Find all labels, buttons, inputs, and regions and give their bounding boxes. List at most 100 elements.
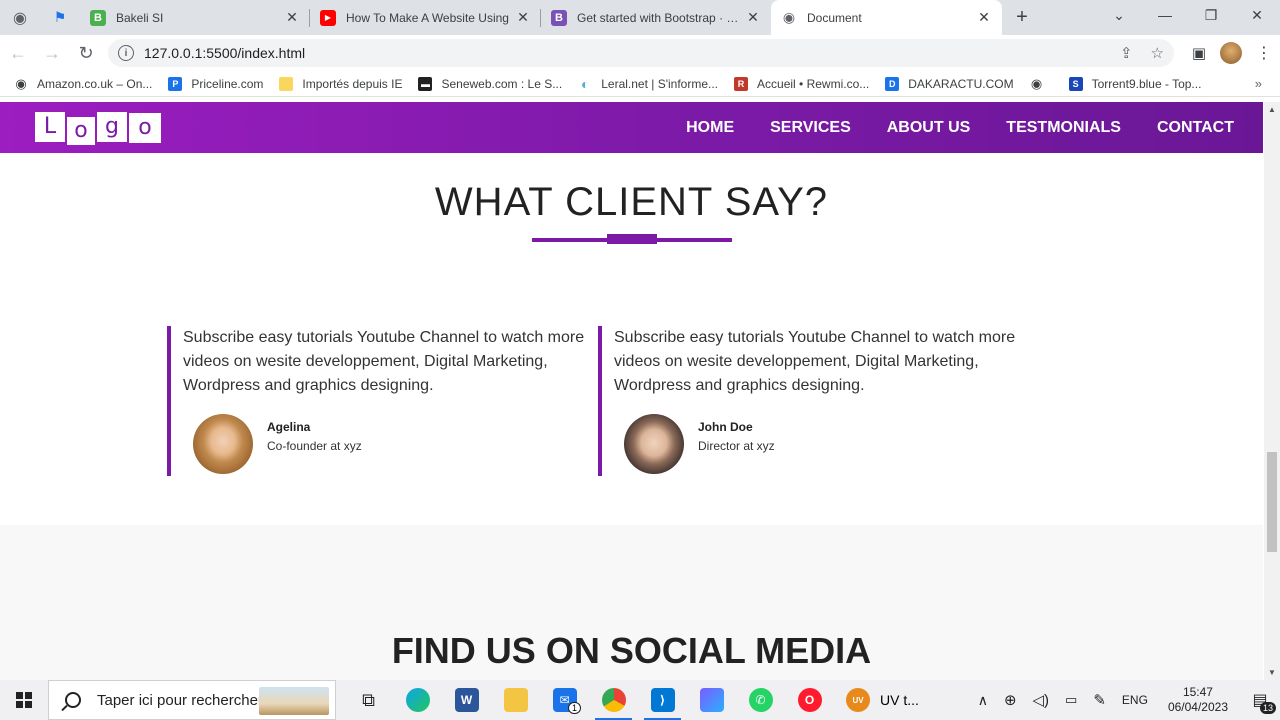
minimize-icon[interactable]: — bbox=[1142, 0, 1188, 30]
bakeli-favicon-icon: B bbox=[90, 9, 106, 26]
close-icon[interactable]: ✕ bbox=[745, 9, 761, 26]
opera-app[interactable]: O bbox=[785, 680, 834, 720]
dakaractu-icon: D bbox=[885, 76, 900, 91]
close-icon[interactable]: ✕ bbox=[284, 9, 300, 26]
bookmark-amazon[interactable]: ◉ Amazon.co.uk – On... bbox=[14, 75, 153, 91]
section-title: WHAT CLIENT SAY? bbox=[434, 180, 829, 224]
chrome-app[interactable] bbox=[589, 680, 638, 720]
nav-home-link[interactable]: HOME bbox=[686, 119, 734, 137]
bookmark-leral[interactable]: ◐ Leral.net | S'informe... bbox=[578, 75, 719, 92]
side-panel-icon[interactable]: ▣ bbox=[1192, 44, 1206, 62]
tab-bakeli[interactable]: B Bakeli SI ✕ bbox=[80, 0, 310, 35]
site-info-icon[interactable]: i bbox=[118, 45, 134, 61]
testimonial-card: Subscribe easy tutorials Youtube Channel… bbox=[167, 326, 587, 476]
tab-search-icon[interactable]: ⌄ bbox=[1096, 0, 1142, 30]
clock[interactable]: 15:47 06/04/2023 bbox=[1168, 685, 1228, 715]
word-icon: W bbox=[454, 688, 479, 712]
file-explorer-app[interactable] bbox=[491, 680, 540, 720]
word-app[interactable]: W bbox=[442, 680, 491, 720]
bootstrap-favicon-icon: B bbox=[551, 9, 567, 26]
scroll-up-icon[interactable]: ▲ bbox=[1268, 105, 1276, 114]
back-arrow-icon[interactable]: ← bbox=[2, 37, 34, 69]
logo-letter: o bbox=[129, 112, 161, 143]
search-icon bbox=[65, 692, 81, 708]
forward-arrow-icon[interactable]: → bbox=[36, 37, 68, 69]
clock-time: 15:47 bbox=[1182, 685, 1213, 699]
close-icon[interactable]: ✕ bbox=[515, 9, 531, 26]
system-tray: ∧ ⊕ ◁) ▭ ✎ ENG 15:47 06/04/2023 ▤ 13 bbox=[970, 680, 1280, 720]
bookmark-label: Amazon.co.uk – On... bbox=[37, 76, 153, 91]
globe-icon: ◉ bbox=[1030, 75, 1043, 91]
site-logo[interactable]: L o g o bbox=[35, 111, 161, 145]
pinned-tab-flag[interactable]: ⚑ bbox=[40, 0, 80, 35]
bookmark-label: DAKARACTU.COM bbox=[908, 76, 1014, 91]
copilot-app[interactable] bbox=[687, 680, 736, 720]
windows-taskbar: Taper ici pour rechercher ⧉ W ✉ 1 ⟩ ✆ O U… bbox=[0, 680, 1280, 720]
bookmark-seneweb[interactable]: ▬ Seneweb.com : Le S... bbox=[418, 76, 562, 91]
edge-app[interactable] bbox=[393, 680, 442, 720]
tab-bootstrap[interactable]: B Get started with Bootstrap · Boo ✕ bbox=[541, 0, 771, 35]
globe-icon: ◉ bbox=[15, 75, 27, 91]
nav-about-link[interactable]: ABOUT US bbox=[887, 119, 971, 137]
bookmark-rewmi[interactable]: R Accueil • Rewmi.co... bbox=[734, 76, 869, 91]
start-button[interactable] bbox=[0, 680, 48, 720]
title-underline-accent bbox=[607, 234, 657, 244]
scrollbar-thumb[interactable] bbox=[1267, 452, 1277, 552]
logo-letter: o bbox=[67, 116, 95, 145]
whatsapp-app[interactable]: ✆ bbox=[736, 680, 785, 720]
whatsapp-icon: ✆ bbox=[748, 688, 773, 712]
scroll-down-icon[interactable]: ▼ bbox=[1268, 668, 1276, 677]
restore-icon[interactable]: ❐ bbox=[1188, 0, 1234, 30]
bookmark-globe[interactable]: ◉ bbox=[1030, 75, 1053, 91]
url-text[interactable]: 127.0.0.1:5500/index.html bbox=[144, 45, 305, 61]
leral-icon: ◐ bbox=[580, 75, 590, 92]
volume-icon[interactable]: ◁) bbox=[1033, 691, 1050, 709]
bookmark-folder-ie[interactable]: Importés depuis IE bbox=[279, 76, 402, 91]
notification-center[interactable]: ▤ 13 bbox=[1240, 680, 1280, 720]
reload-icon[interactable]: ↻ bbox=[70, 37, 102, 69]
tab-document[interactable]: ◉ Document ✕ bbox=[771, 0, 1002, 35]
chevron-up-icon[interactable]: ∧ bbox=[978, 692, 988, 709]
menu-kebab-icon[interactable]: ⋮ bbox=[1256, 43, 1272, 63]
taskbar-apps: ⧉ W ✉ 1 ⟩ ✆ O UV UV t... bbox=[344, 680, 924, 720]
vscode-icon: ⟩ bbox=[650, 688, 675, 712]
site-menu: HOME SERVICES ABOUT US TESTMONIALS CONTA… bbox=[686, 102, 1234, 153]
windows-logo-icon bbox=[16, 692, 32, 708]
folder-icon bbox=[503, 688, 528, 712]
nav-services-link[interactable]: SERVICES bbox=[770, 119, 851, 137]
bookmark-dakaractu[interactable]: D DAKARACTU.COM bbox=[885, 76, 1014, 91]
chevron-right-icon[interactable]: » bbox=[1255, 76, 1262, 91]
uv-app[interactable]: UV UV t... bbox=[834, 680, 924, 720]
search-highlight-image bbox=[259, 687, 329, 715]
tab-youtube[interactable]: ▶ How To Make A Website Using ✕ bbox=[310, 0, 541, 35]
site-navbar: L o g o HOME SERVICES ABOUT US TESTMONIA… bbox=[0, 102, 1263, 153]
address-bar[interactable]: i 127.0.0.1:5500/index.html ⇪ ☆ bbox=[108, 39, 1174, 67]
testimonial-author: Agelina Co-founder at xyz bbox=[193, 414, 362, 474]
mail-app[interactable]: ✉ 1 bbox=[540, 680, 589, 720]
chrome-icon bbox=[601, 688, 626, 712]
globe-icon: ◉ bbox=[782, 9, 796, 25]
task-view-button[interactable]: ⧉ bbox=[344, 680, 393, 720]
close-window-icon[interactable]: ✕ bbox=[1234, 0, 1280, 30]
pinned-tab[interactable]: ◉ bbox=[0, 0, 40, 35]
logo-letter: g bbox=[97, 111, 127, 142]
share-icon[interactable]: ⇪ bbox=[1120, 44, 1133, 62]
pen-icon[interactable]: ✎ bbox=[1093, 691, 1106, 709]
edge-icon bbox=[405, 688, 430, 712]
taskbar-search[interactable]: Taper ici pour rechercher bbox=[48, 680, 336, 720]
bookmark-torrent9[interactable]: S Torrent9.blue - Top... bbox=[1068, 76, 1201, 91]
page-scrollbar[interactable]: ▲ ▼ bbox=[1264, 102, 1280, 680]
nav-testimonials-link[interactable]: TESTMONIALS bbox=[1006, 119, 1121, 137]
author-role: Director at xyz bbox=[698, 439, 775, 453]
language-indicator[interactable]: ENG bbox=[1122, 693, 1148, 707]
new-tab-button[interactable]: + bbox=[1002, 0, 1042, 35]
vscode-app[interactable]: ⟩ bbox=[638, 680, 687, 720]
close-icon[interactable]: ✕ bbox=[976, 9, 992, 26]
nav-contact-link[interactable]: CONTACT bbox=[1157, 119, 1234, 137]
network-icon[interactable]: ⊕ bbox=[1004, 691, 1017, 709]
profile-avatar[interactable] bbox=[1220, 42, 1242, 64]
bookmark-priceline[interactable]: P Priceline.com bbox=[168, 76, 263, 91]
bookmark-star-icon[interactable]: ☆ bbox=[1151, 44, 1164, 62]
battery-icon[interactable]: ▭ bbox=[1065, 692, 1077, 708]
bookmark-label: Leral.net | S'informe... bbox=[601, 76, 719, 91]
